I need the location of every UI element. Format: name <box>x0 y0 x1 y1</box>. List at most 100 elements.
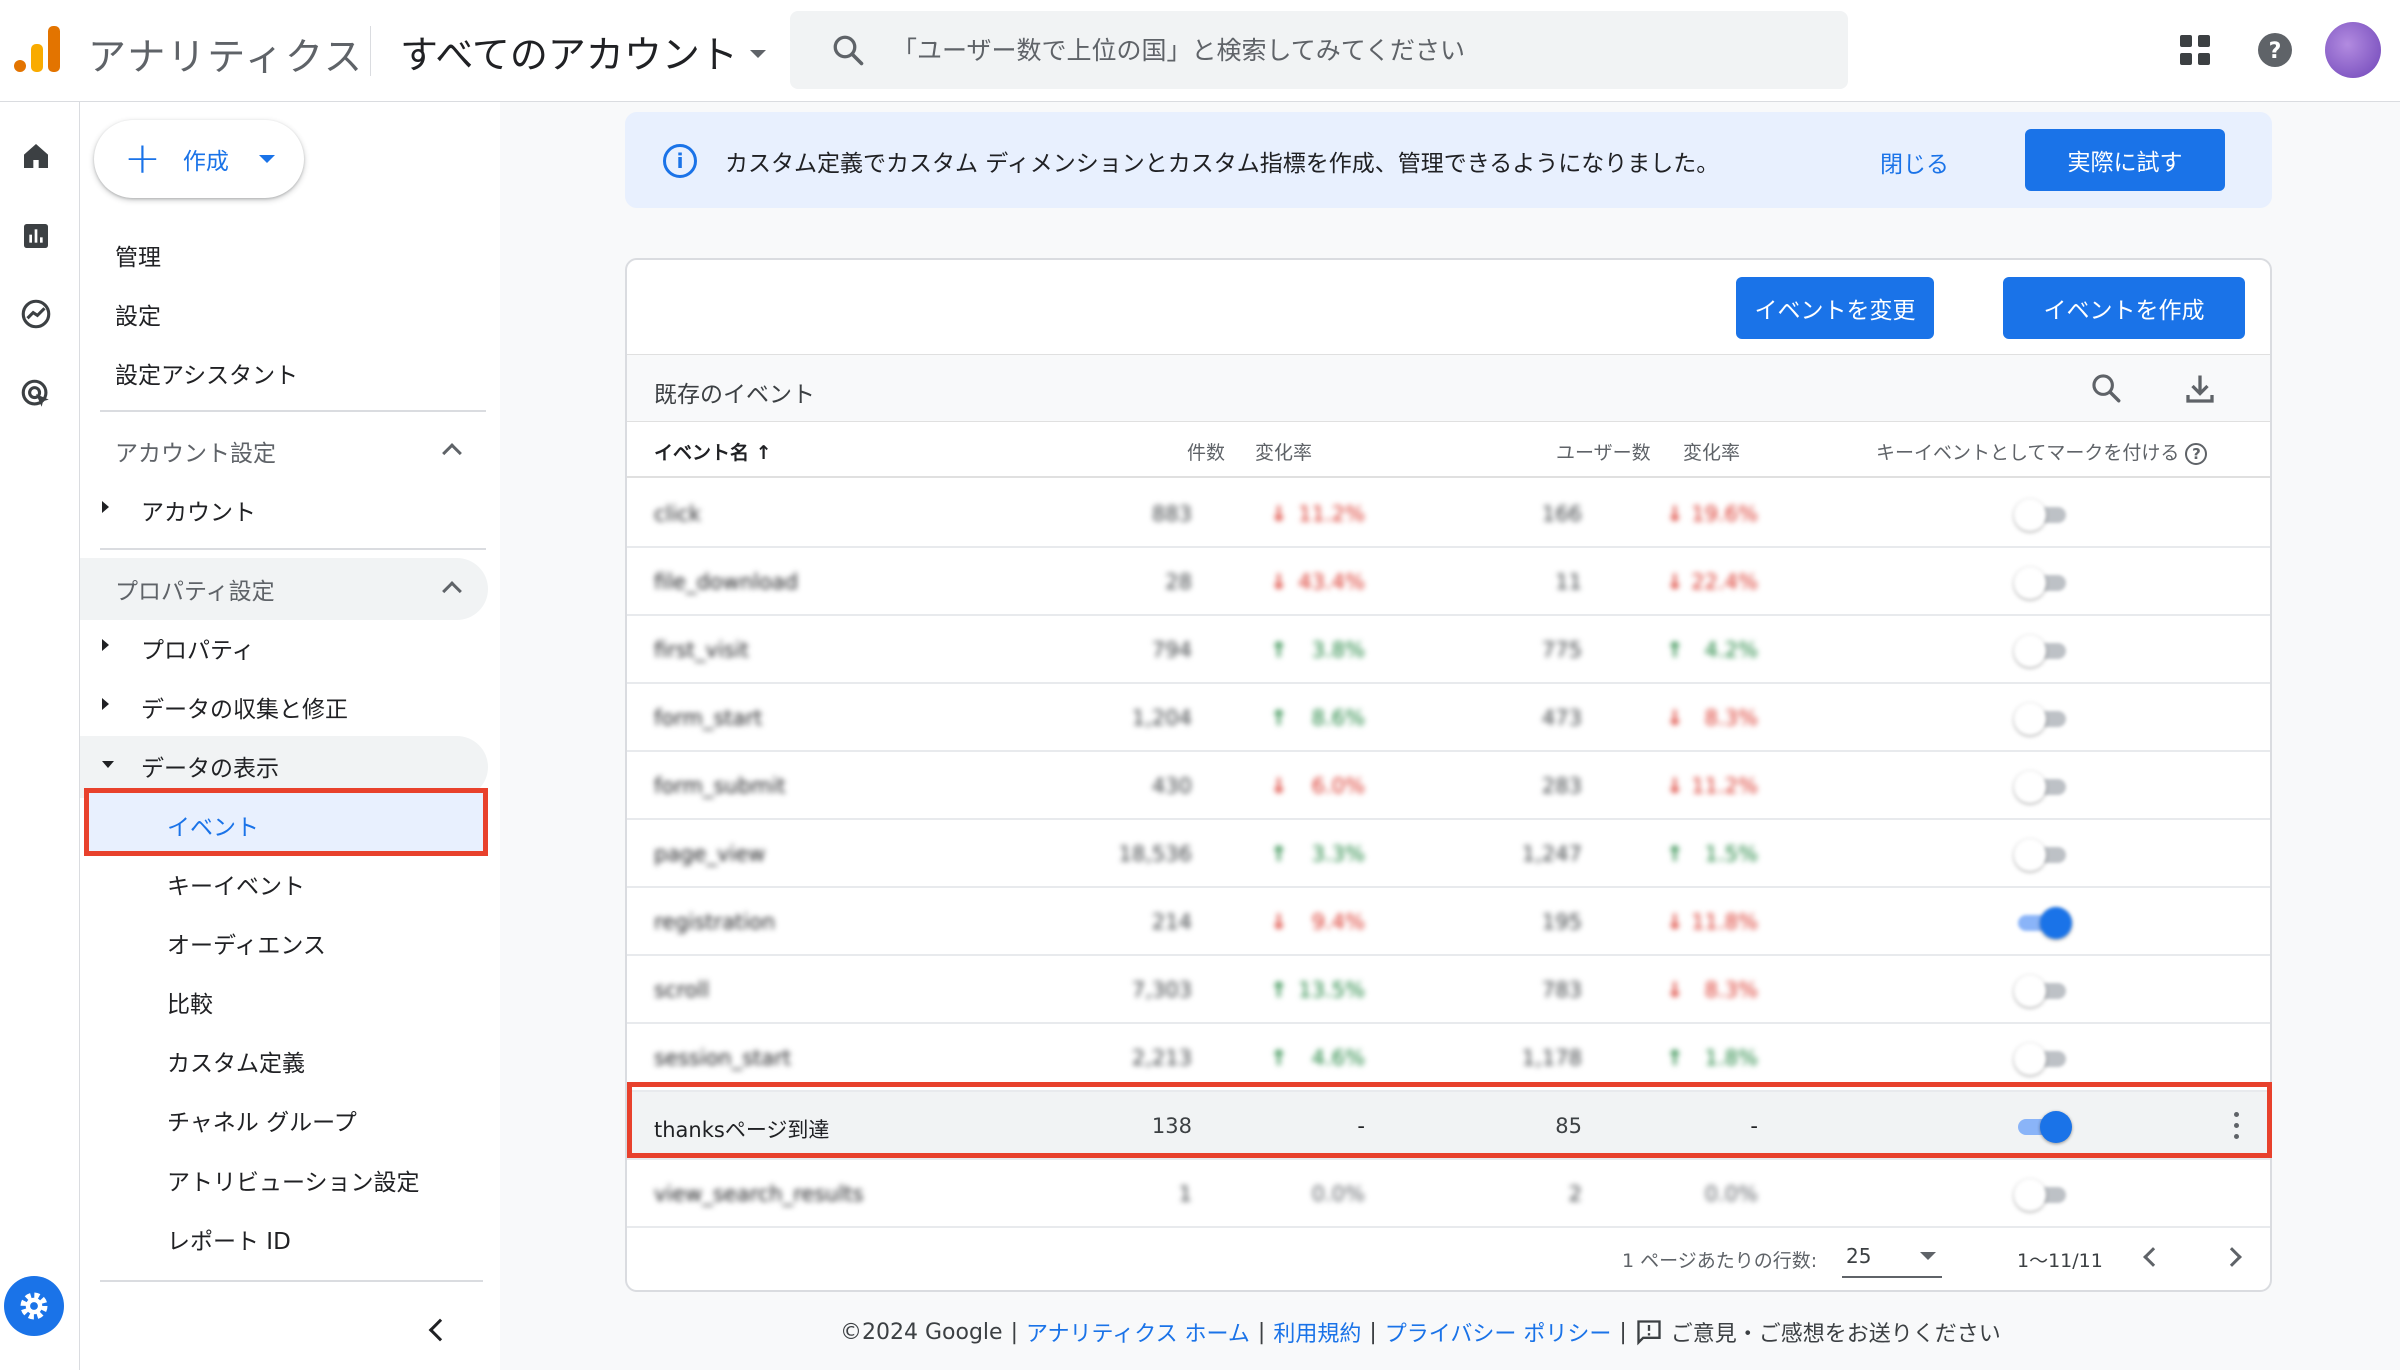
event-name[interactable]: session_start <box>654 1046 791 1070</box>
count-trend-icon: ↓ <box>1270 910 1288 934</box>
key-event-toggle[interactable] <box>2014 771 2070 803</box>
event-name[interactable]: view_search_results <box>654 1182 863 1206</box>
count-trend-icon: ↑ <box>1270 1046 1288 1070</box>
create-button[interactable]: + 作成 <box>94 120 304 198</box>
search-bar[interactable] <box>790 11 1848 89</box>
table-row[interactable]: page_view 18,536 ↑ 3.3% 1,247 ↑ 1.5% <box>627 820 2270 888</box>
advertising-icon[interactable] <box>16 374 56 414</box>
table-row[interactable]: click 883 ↓ 11.2% 166 ↓ 19.6% <box>627 480 2270 548</box>
link-terms[interactable]: 利用規約 <box>1273 1316 1361 1348</box>
count-change: 8.6% <box>1311 706 1365 730</box>
event-count: 7,303 <box>1131 978 1192 1002</box>
top-app-bar: アナリティクス すべてのアカウント ? <box>0 0 2400 102</box>
chevron-up-icon[interactable] <box>442 443 462 463</box>
col-count[interactable]: 件数 <box>1187 438 1225 465</box>
nav-item-channel-groups[interactable]: チャネル グループ <box>167 1103 357 1137</box>
help-icon[interactable]: ? <box>2255 30 2295 70</box>
account-picker[interactable]: すべてのアカウント <box>400 24 766 79</box>
table-row[interactable]: form_start 1,204 ↑ 8.6% 473 ↓ 8.3% <box>627 684 2270 752</box>
table-row[interactable]: scroll 7,303 ↑ 13.5% 783 ↓ 8.3% <box>627 956 2270 1024</box>
explore-icon[interactable] <box>16 294 56 334</box>
col-users-change[interactable]: 変化率 <box>1683 438 1740 465</box>
title-divider <box>370 26 371 76</box>
nav-item-audiences[interactable]: オーディエンス <box>167 926 326 960</box>
rows-per-page-select[interactable]: 25 <box>1842 1238 1942 1278</box>
key-event-toggle[interactable] <box>2014 839 2070 871</box>
create-event-button[interactable]: イベントを作成 <box>2003 277 2245 339</box>
nav-item-data-collection[interactable]: データの収集と修正 <box>141 690 348 724</box>
link-analytics-home[interactable]: アナリティクス ホーム <box>1026 1316 1250 1348</box>
event-name[interactable]: scroll <box>654 978 709 1002</box>
users-change: 1.8% <box>1704 1046 1758 1070</box>
page-footer: ©2024 Google | アナリティクス ホーム | 利用規約 | プライバシー … <box>840 1316 2001 1348</box>
nav-item-data-display[interactable]: データの表示 <box>141 749 279 783</box>
users-trend-icon: ↑ <box>1666 1046 1684 1070</box>
key-event-toggle[interactable] <box>2014 975 2070 1007</box>
feedback-link[interactable]: ご意見・ご感想をお送りください <box>1671 1316 2001 1348</box>
event-name[interactable]: click <box>654 502 701 526</box>
settings-icon[interactable] <box>4 1276 64 1336</box>
nav-item-setup-assistant[interactable]: 設定アシスタント <box>115 356 298 390</box>
banner-try-button[interactable]: 実際に試す <box>2025 129 2225 191</box>
col-users[interactable]: ユーザー数 <box>1556 438 1651 465</box>
key-event-toggle[interactable] <box>2014 1043 2070 1075</box>
nav-item-key-events[interactable]: キーイベント <box>167 867 305 901</box>
col-event-name[interactable]: イベント名 ↑ <box>654 438 772 465</box>
nav-item-account[interactable]: アカウント <box>141 493 256 527</box>
table-row[interactable]: registration 214 ↓ 9.4% 195 ↓ 11.8% <box>627 888 2270 956</box>
event-name[interactable]: registration <box>654 910 775 934</box>
analytics-logo[interactable] <box>14 26 60 72</box>
nav-item-property[interactable]: プロパティ <box>141 631 255 665</box>
expand-arrow-icon <box>102 639 109 651</box>
event-users: 283 <box>1541 774 1582 798</box>
svg-text:?: ? <box>2269 39 2282 64</box>
download-icon[interactable] <box>2182 371 2218 407</box>
modify-event-button[interactable]: イベントを変更 <box>1736 277 1934 339</box>
event-name[interactable]: first_visit <box>654 638 749 662</box>
next-page-icon[interactable] <box>2222 1247 2242 1267</box>
property-settings-section[interactable]: プロパティ設定 <box>115 572 275 606</box>
event-name[interactable]: form_start <box>654 706 762 730</box>
link-privacy[interactable]: プライバシー ポリシー <box>1385 1316 1612 1348</box>
account-settings-section[interactable]: アカウント設定 <box>115 434 276 468</box>
feedback-icon[interactable] <box>1635 1318 1663 1346</box>
home-icon[interactable] <box>16 136 56 176</box>
nav-divider <box>100 548 486 550</box>
info-banner: i カスタム定義でカスタム ディメンションとカスタム指標を作成、管理できるように… <box>625 112 2272 208</box>
key-event-toggle[interactable] <box>2014 635 2070 667</box>
search-input[interactable] <box>892 35 1812 65</box>
nav-item-settings[interactable]: 設定 <box>115 297 161 331</box>
event-name[interactable]: file_download <box>654 570 798 594</box>
key-event-toggle[interactable] <box>2014 1179 2070 1211</box>
event-users: 783 <box>1541 978 1582 1002</box>
banner-close-button[interactable]: 閉じる <box>1880 145 1949 179</box>
event-name[interactable]: form_submit <box>654 774 786 798</box>
table-row[interactable]: view_search_results 1 0.0% 2 0.0% <box>627 1160 2270 1228</box>
nav-item-admin[interactable]: 管理 <box>115 238 161 272</box>
event-users: 2 <box>1568 1182 1582 1206</box>
collapse-nav-icon[interactable] <box>428 1318 452 1342</box>
nav-item-attribution-settings[interactable]: アトリビューション設定 <box>167 1163 420 1197</box>
col-count-change[interactable]: 変化率 <box>1255 438 1312 465</box>
event-name[interactable]: page_view <box>654 842 765 866</box>
nav-item-comparisons[interactable]: 比較 <box>167 985 213 1019</box>
reports-icon[interactable] <box>16 216 56 256</box>
key-event-toggle[interactable] <box>2014 907 2072 939</box>
key-event-toggle[interactable] <box>2014 703 2070 735</box>
key-event-toggle[interactable] <box>2014 567 2070 599</box>
nav-divider <box>100 1280 483 1282</box>
users-trend-icon: ↓ <box>1666 570 1684 594</box>
nav-item-reporting-id[interactable]: レポート ID <box>167 1222 291 1256</box>
apps-icon[interactable] <box>2175 30 2215 70</box>
nav-item-custom-definitions[interactable]: カスタム定義 <box>167 1044 305 1078</box>
table-row[interactable]: form_submit 430 ↓ 6.0% 283 ↓ 11.2% <box>627 752 2270 820</box>
table-row[interactable]: file_download 28 ↓ 43.4% 11 ↓ 22.4% <box>627 548 2270 616</box>
help-icon[interactable]: ? <box>2185 443 2208 465</box>
search-icon[interactable] <box>2089 371 2123 405</box>
table-row[interactable]: first_visit 794 ↑ 3.8% 775 ↑ 4.2% <box>627 616 2270 684</box>
plus-icon: + <box>124 133 161 184</box>
key-event-toggle[interactable] <box>2014 499 2070 531</box>
prev-page-icon[interactable] <box>2143 1247 2163 1267</box>
account-avatar[interactable] <box>2325 22 2381 78</box>
app-title: アナリティクス <box>88 35 364 79</box>
